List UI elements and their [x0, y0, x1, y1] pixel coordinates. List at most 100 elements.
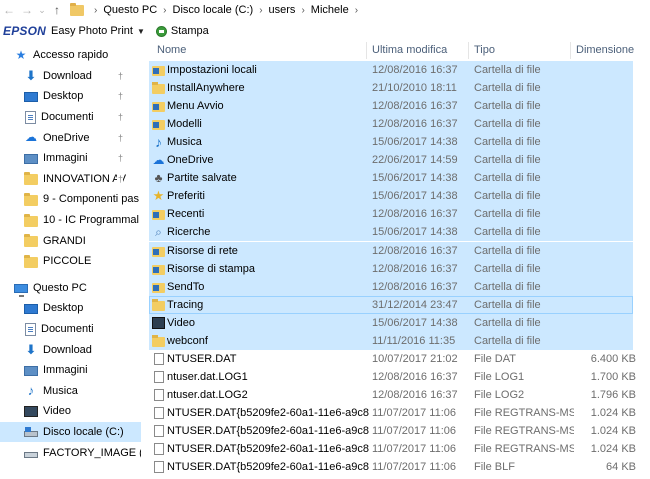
onedrive-icon: ☁: [152, 153, 165, 168]
chevron-right-icon[interactable]: ›: [355, 5, 358, 16]
file-row[interactable]: Menu Avvio 12/08/2016 16:37 Cartella di fi…: [149, 97, 633, 116]
file-row[interactable]: ♣ Partite salvate 15/06/2017 14:38 Cartella…: [149, 169, 636, 188]
file-name: Modelli: [167, 118, 202, 131]
file-row[interactable]: Video 15/06/2017 14:38 Cartella di file: [149, 313, 633, 332]
sidebar-item[interactable]: Disco locale (C:): [0, 421, 141, 443]
sidebar-item[interactable]: 9 - Componenti pas: [0, 189, 141, 210]
file-type: Cartella di file: [474, 82, 541, 95]
sidebar-item[interactable]: Desktop †: [0, 86, 141, 107]
file-size: [576, 169, 636, 187]
file-name: Ricerche: [167, 226, 211, 239]
file-name: Impostazioni locali: [167, 64, 257, 76]
sidebar-item[interactable]: Documenti †: [0, 107, 141, 128]
file-modified: 12/08/2016 16:37: [372, 244, 458, 257]
file-row[interactable]: NTUSER.DAT{b5209fe2-60a1-11e6-a9c8-... 11…: [149, 422, 636, 440]
file-modified: 11/11/2016 11:35: [372, 334, 456, 347]
file-row[interactable]: Tracing 31/12/2014 23:47 Cartella di file: [149, 295, 633, 314]
sidebar-item[interactable]: Immagini †: [0, 148, 141, 169]
file-row[interactable]: ntuser.dat.LOG1 12/08/2016 16:37 File LOG1…: [149, 368, 636, 386]
sidebar-item[interactable]: GRANDI: [0, 230, 141, 251]
sidebar-item-label: Immagini: [43, 364, 88, 377]
pin-icon[interactable]: †: [117, 153, 124, 164]
breadcrumb-item[interactable]: users: [269, 4, 296, 16]
file-name: Menu Avvio: [167, 100, 224, 113]
file-row[interactable]: ☁ OneDrive 22/06/2017 14:59 Cartella di fil…: [149, 151, 636, 170]
easy-photo-print-button[interactable]: Easy Photo Print ▼: [51, 25, 145, 37]
file-row[interactable]: Recenti 12/08/2016 16:37 Cartella di file: [149, 205, 633, 224]
file-modified: 11/07/2017 11:06: [372, 406, 457, 419]
file-row[interactable]: NTUSER.DAT 10/07/2017 21:02 File DAT 6.400 …: [149, 350, 636, 368]
sidebar-item[interactable]: ♪ Musica: [0, 381, 141, 402]
chevron-down-icon[interactable]: ⌄: [36, 0, 48, 20]
sidebar-item[interactable]: Immagini: [0, 360, 141, 381]
sidebar-item[interactable]: Video: [0, 401, 141, 422]
sidebar-item[interactable]: 10 - IC Programmal: [0, 210, 141, 231]
column-size-header[interactable]: Dimensione: [570, 42, 650, 59]
sidebar-item-label: Desktop: [43, 90, 84, 103]
sidebar-item-label: 9 - Componenti pas: [43, 193, 139, 206]
file-row[interactable]: ♪ Musica 15/06/2017 14:38 Cartella di file: [149, 133, 633, 152]
file-modified: 15/06/2017 14:38: [372, 226, 458, 239]
up-arrow-icon[interactable]: ↑: [48, 0, 66, 20]
folder-icon: [24, 213, 38, 227]
sidebar-item[interactable]: INNOVATION AV †: [0, 169, 141, 190]
file-name: ntuser.dat.LOG2: [167, 388, 248, 401]
file-size: [576, 151, 636, 169]
file-icon: [154, 370, 164, 383]
forward-arrow-icon[interactable]: →: [18, 0, 36, 20]
chevron-right-icon[interactable]: ›: [94, 5, 97, 16]
pin-icon[interactable]: †: [117, 173, 124, 184]
breadcrumb-item[interactable]: Michele: [311, 4, 349, 16]
file-size: 1.700 KB: [590, 370, 636, 383]
pin-icon[interactable]: †: [117, 132, 124, 143]
breadcrumb-item[interactable]: Disco locale (C:): [173, 4, 254, 16]
pin-icon[interactable]: †: [117, 112, 124, 123]
breadcrumb-item[interactable]: Questo PC: [103, 4, 157, 16]
file-type: Cartella di file: [474, 118, 541, 131]
file-row[interactable]: InstallAnywhere 21/10/2010 18:11 Cartella …: [149, 79, 633, 98]
chevron-right-icon[interactable]: ›: [259, 5, 262, 16]
file-row[interactable]: Modelli 12/08/2016 16:37 Cartella di file: [149, 115, 633, 134]
sidebar-item[interactable]: Documenti: [0, 319, 141, 340]
file-row[interactable]: Impostazioni locali 12/08/2016 16:37 Carte…: [149, 61, 633, 79]
file-row[interactable]: NTUSER.DAT{b5209fe2-60a1-11e6-a9c8-... 11…: [149, 440, 636, 458]
file-row[interactable]: webconf 11/11/2016 11:35 Cartella di file: [149, 331, 633, 350]
file-row[interactable]: Risorse di stampa 12/08/2016 16:37 Cartell…: [149, 259, 633, 278]
file-size: 6.400 KB: [590, 352, 636, 365]
file-name: InstallAnywhere: [167, 82, 245, 95]
print-button[interactable]: Stampa: [150, 25, 209, 37]
file-row[interactable]: ⌕ Ricerche 15/06/2017 14:38 Cartella di fil…: [149, 223, 636, 242]
sidebar-item[interactable]: ⬇ Download †: [0, 66, 141, 87]
sidebar-item-label: Video: [43, 405, 71, 418]
file-row[interactable]: ★ Preferiti 15/06/2017 14:38 Cartella di fi…: [149, 187, 633, 206]
file-row[interactable]: NTUSER.DAT{b5209fe2-60a1-11e6-a9c8-... 11…: [149, 458, 636, 476]
this-pc-header[interactable]: Questo PC: [0, 278, 141, 299]
chevron-right-icon[interactable]: ›: [163, 5, 166, 16]
dropdown-caret-icon[interactable]: ▼: [137, 27, 145, 36]
column-name-header[interactable]: Nome: [152, 42, 368, 59]
column-modified-header[interactable]: Ultima modifica: [366, 42, 468, 59]
sidebar-item[interactable]: FACTORY_IMAGE (D: [0, 442, 141, 463]
column-type-header[interactable]: Tipo: [468, 42, 570, 59]
sidebar-item-label: INNOVATION AV: [43, 172, 127, 185]
file-row[interactable]: Risorse di rete 12/08/2016 16:37 Cartella …: [149, 241, 633, 260]
file-row[interactable]: SendTo 12/08/2016 16:37 Cartella di file: [149, 277, 633, 296]
file-icon: [154, 461, 164, 474]
sidebar-item[interactable]: ⬇ Download: [0, 339, 141, 360]
file-size: [576, 223, 636, 241]
file-modified: 12/08/2016 16:37: [372, 388, 458, 401]
sidebar-item[interactable]: ☁ OneDrive †: [0, 127, 141, 148]
sidebar-item[interactable]: PICCOLE: [0, 251, 141, 272]
sidebar-item[interactable]: Desktop: [0, 298, 141, 319]
pin-icon[interactable]: †: [117, 91, 124, 102]
print-icon: [155, 25, 167, 37]
pin-icon[interactable]: †: [117, 70, 124, 81]
chevron-right-icon[interactable]: ›: [301, 5, 304, 16]
breadcrumb[interactable]: › Questo PC › Disco locale (C:) › users …: [68, 0, 364, 20]
quick-access-header[interactable]: ★ Accesso rapido: [0, 45, 141, 66]
file-size: [576, 61, 636, 79]
back-arrow-icon[interactable]: ←: [0, 0, 18, 20]
file-row[interactable]: ntuser.dat.LOG2 12/08/2016 16:37 File LOG2…: [149, 386, 636, 404]
file-row[interactable]: NTUSER.DAT{b5209fe2-60a1-11e6-a9c8-... 11…: [149, 404, 636, 422]
pictures-icon: [24, 366, 38, 377]
